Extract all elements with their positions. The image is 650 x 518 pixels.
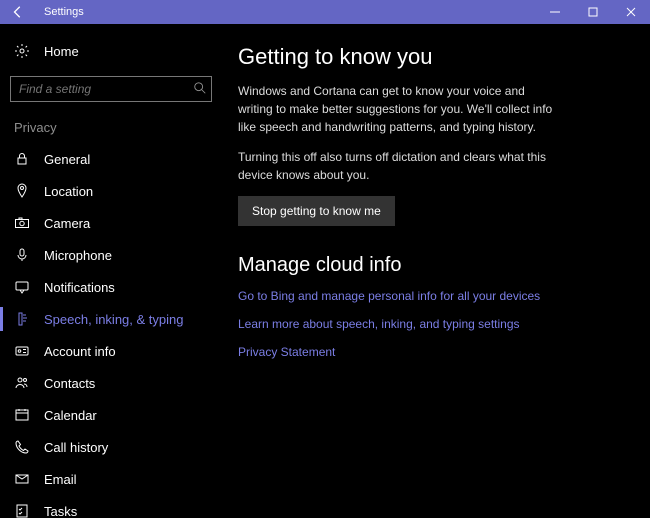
nav-label: Microphone [44, 248, 112, 263]
tasks-icon [14, 503, 30, 518]
nav-label: Account info [44, 344, 116, 359]
maximize-icon [588, 7, 598, 17]
nav-label: Location [44, 184, 93, 199]
section-title: Privacy [0, 114, 222, 143]
minimize-button[interactable] [536, 0, 574, 24]
sidebar-item-camera[interactable]: Camera [0, 207, 222, 239]
nav-label: Calendar [44, 408, 97, 423]
link-learn-more[interactable]: Learn more about speech, inking, and typ… [238, 317, 624, 331]
back-button[interactable] [0, 0, 36, 24]
gear-icon [14, 43, 30, 59]
sidebar-item-microphone[interactable]: Microphone [0, 239, 222, 271]
account-icon [14, 343, 30, 359]
nav-list: General Location Camera Microphone Notificat… [0, 143, 222, 518]
sidebar-item-contacts[interactable]: Contacts [0, 367, 222, 399]
heading-manage-cloud-info: Manage cloud info [238, 254, 624, 277]
body-text-2: Turning this off also turns off dictatio… [238, 148, 558, 184]
window-controls [536, 0, 650, 24]
home-label: Home [44, 44, 79, 59]
nav-label: Camera [44, 216, 90, 231]
link-privacy-statement[interactable]: Privacy Statement [238, 345, 624, 359]
camera-icon [14, 215, 30, 231]
sidebar: Home Privacy General Location Camera Microp… [0, 24, 222, 518]
body-text-1: Windows and Cortana can get to know your… [238, 82, 558, 136]
content: Getting to know you Windows and Cortana … [222, 24, 650, 518]
window-title: Settings [36, 6, 536, 18]
heading-getting-to-know-you: Getting to know you [238, 44, 624, 70]
link-bing-personal-info[interactable]: Go to Bing and manage personal info for … [238, 289, 624, 303]
nav-label: Contacts [44, 376, 95, 391]
maximize-button[interactable] [574, 0, 612, 24]
sidebar-item-tasks[interactable]: Tasks [0, 495, 222, 518]
arrow-left-icon [11, 5, 25, 19]
calendar-icon [14, 407, 30, 423]
notifications-icon [14, 279, 30, 295]
nav-label: Tasks [44, 504, 77, 518]
microphone-icon [14, 247, 30, 263]
nav-label: General [44, 152, 90, 167]
sidebar-item-general[interactable]: General [0, 143, 222, 175]
nav-label: Speech, inking, & typing [44, 312, 183, 327]
sidebar-item-email[interactable]: Email [0, 463, 222, 495]
sidebar-item-calendar[interactable]: Calendar [0, 399, 222, 431]
sidebar-item-speech-inking-typing[interactable]: Speech, inking, & typing [0, 303, 222, 335]
search-input[interactable] [10, 76, 212, 102]
sidebar-item-notifications[interactable]: Notifications [0, 271, 222, 303]
search-icon [193, 81, 207, 95]
sidebar-item-call-history[interactable]: Call history [0, 431, 222, 463]
location-icon [14, 183, 30, 199]
nav-label: Notifications [44, 280, 115, 295]
call-icon [14, 439, 30, 455]
close-button[interactable] [612, 0, 650, 24]
search-wrap [10, 76, 212, 102]
titlebar: Settings [0, 0, 650, 24]
contacts-icon [14, 375, 30, 391]
stop-getting-to-know-me-button[interactable]: Stop getting to know me [238, 196, 395, 226]
nav-label: Call history [44, 440, 108, 455]
sidebar-item-location[interactable]: Location [0, 175, 222, 207]
sidebar-item-account-info[interactable]: Account info [0, 335, 222, 367]
minimize-icon [550, 7, 560, 17]
nav-label: Email [44, 472, 77, 487]
speech-icon [14, 311, 30, 327]
email-icon [14, 471, 30, 487]
close-icon [626, 7, 636, 17]
home-nav[interactable]: Home [0, 34, 222, 68]
lock-icon [14, 151, 30, 167]
